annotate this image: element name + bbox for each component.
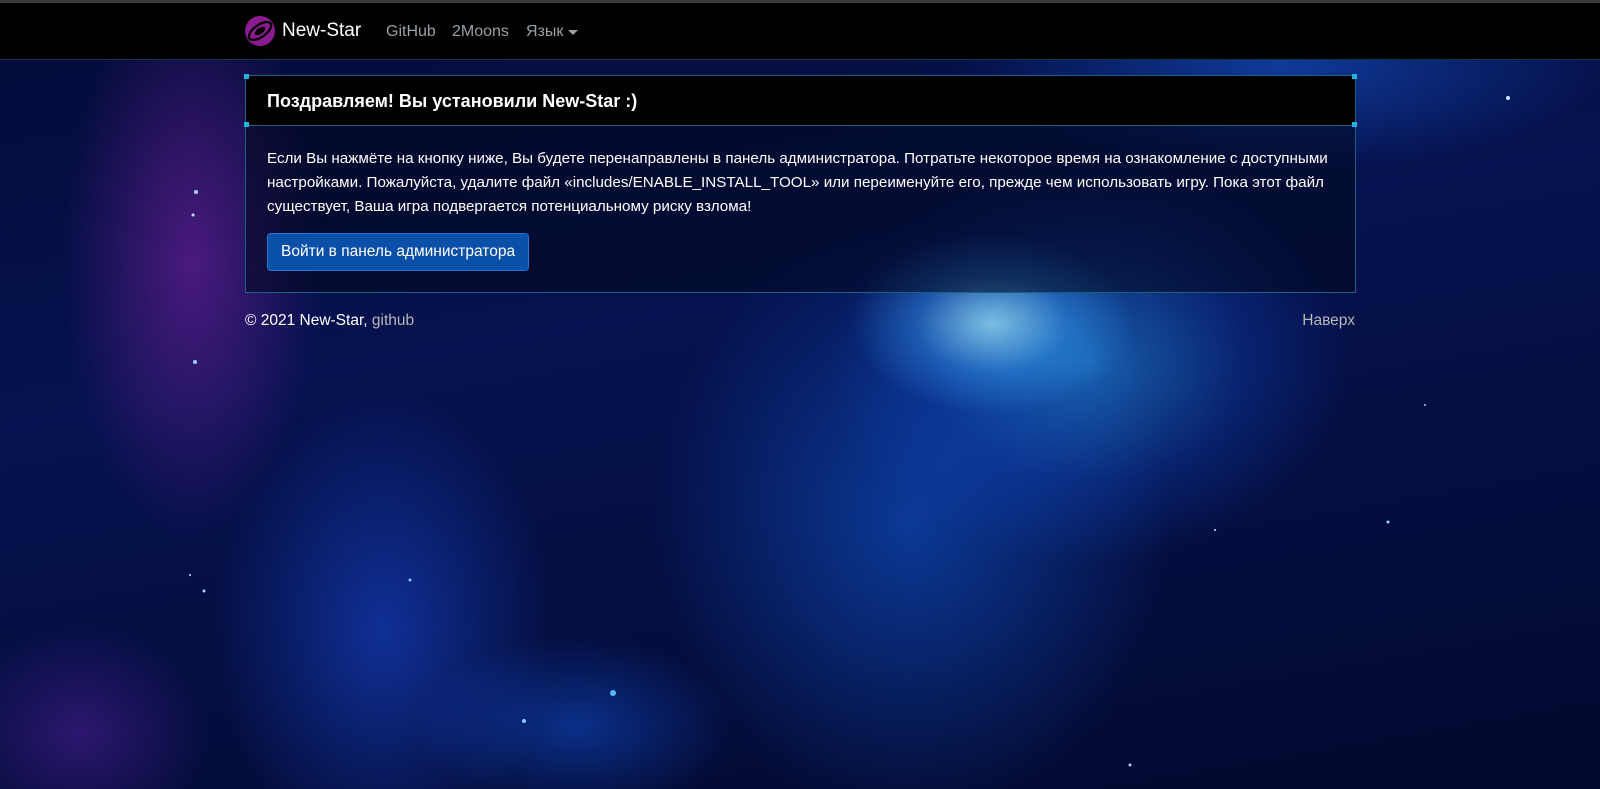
brand-link[interactable]: New-Star: [244, 15, 361, 47]
language-dropdown-label: Язык: [526, 23, 564, 40]
admin-panel-button[interactable]: Войти в панель администратора: [267, 233, 530, 271]
card-body: Если Вы нажмёте на кнопку ниже, Вы будет…: [246, 126, 1355, 271]
copyright-text: © 2021 New-Star,: [245, 312, 368, 329]
card-message: Если Вы нажмёте на кнопку ниже, Вы будет…: [267, 150, 1328, 215]
install-success-card: Поздравляем! Вы установили New-Star :) Е…: [244, 74, 1357, 293]
corner-decoration: [244, 122, 249, 127]
footer-github-link[interactable]: github: [372, 312, 414, 329]
nav-link-github[interactable]: GitHub: [386, 23, 436, 41]
corner-decoration: [244, 74, 249, 79]
card-header: Поздравляем! Вы установили New-Star :): [244, 74, 1357, 127]
corner-decoration: [1352, 122, 1357, 127]
corner-decoration: [1352, 74, 1357, 79]
back-to-top-link[interactable]: Наверх: [1302, 312, 1355, 330]
footer-copyright: © 2021 New-Star, github: [245, 312, 414, 330]
top-navbar: New-Star GitHub 2Moons Язык: [0, 3, 1600, 60]
chevron-down-icon: [568, 29, 579, 35]
new-star-logo-icon: [245, 16, 275, 46]
language-dropdown[interactable]: Язык: [526, 23, 579, 41]
brand-name: New-Star: [282, 20, 362, 41]
nav-link-2moons[interactable]: 2Moons: [452, 23, 509, 41]
card-title: Поздравляем! Вы установили New-Star :): [267, 91, 638, 111]
